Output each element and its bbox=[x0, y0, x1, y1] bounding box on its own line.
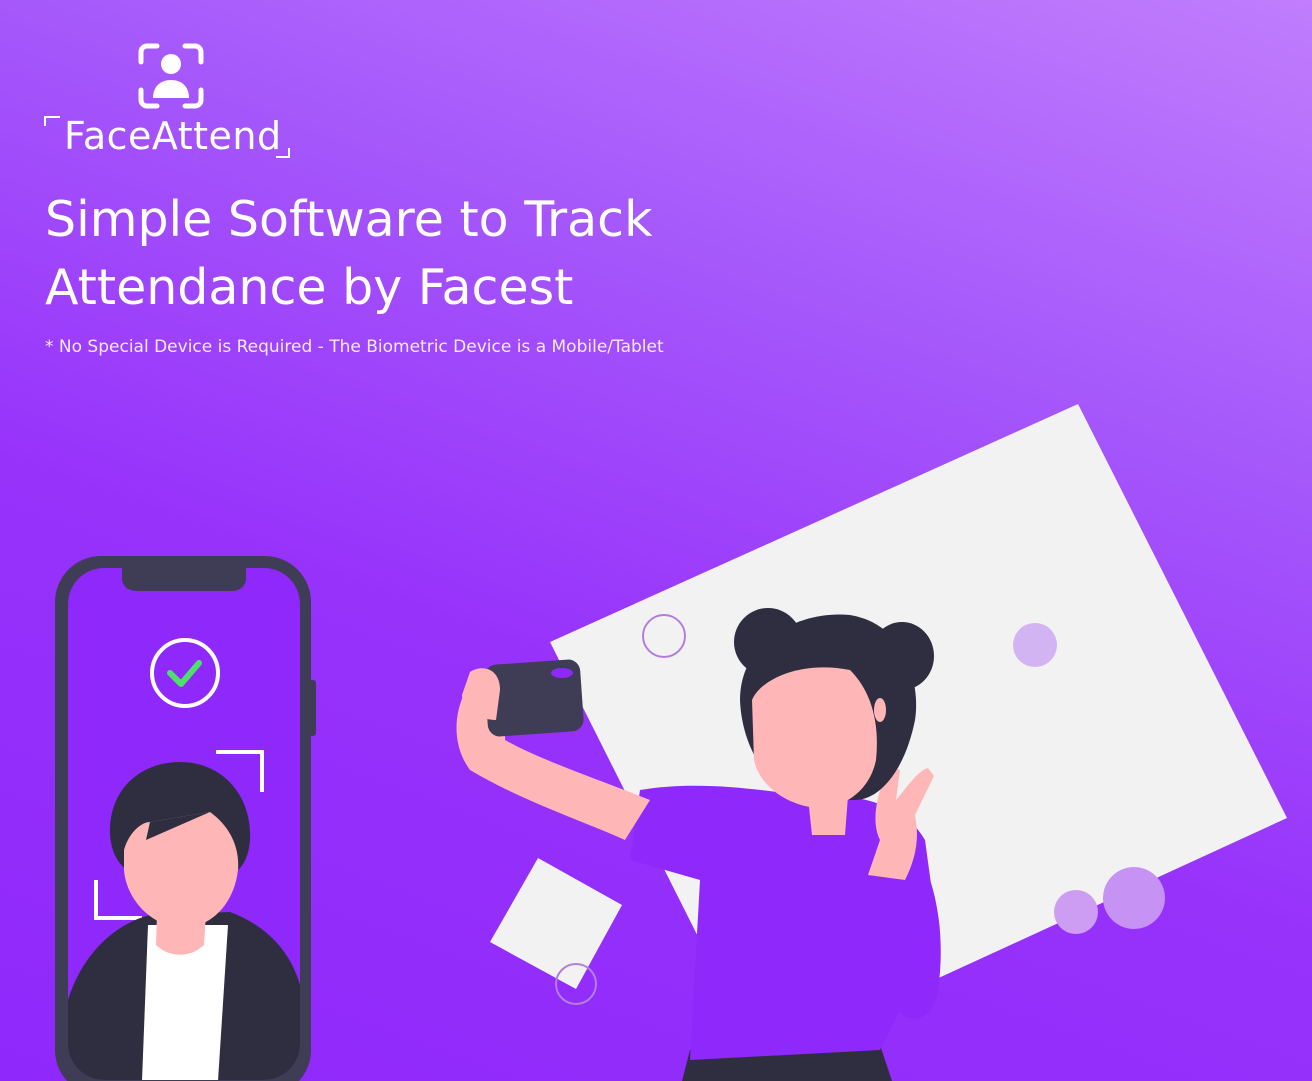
hero-section: FaceAttend Simple Software to Track Atte… bbox=[0, 0, 1312, 1081]
phone-notch bbox=[122, 568, 246, 591]
mobile-device[interactable] bbox=[55, 556, 316, 1081]
hero-illustration bbox=[55, 404, 1287, 1081]
bubble bbox=[1054, 890, 1098, 934]
bubble bbox=[1103, 867, 1165, 929]
bubble bbox=[1013, 623, 1057, 667]
small-card bbox=[490, 858, 622, 989]
